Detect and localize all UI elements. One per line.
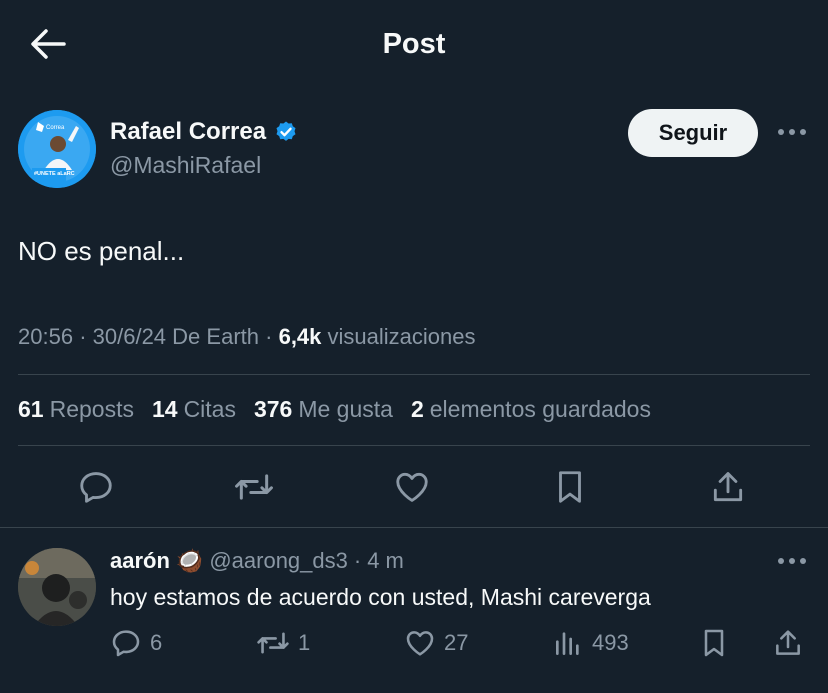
page-title: Post xyxy=(382,28,446,60)
bookmark-button[interactable] xyxy=(548,465,592,509)
bookmark-icon xyxy=(704,629,724,657)
reply-text: hoy estamos de acuerdo con usted, Mashi … xyxy=(110,584,651,610)
more-horizontal-icon xyxy=(778,558,806,564)
reposts-label: Reposts xyxy=(49,396,134,422)
author-name: Rafael Correa xyxy=(110,118,267,145)
repost-icon xyxy=(257,632,289,654)
reply-views-count: 493 xyxy=(592,630,629,655)
bookmarks-stat[interactable]: 2 elementos guardados xyxy=(411,396,651,423)
post-time[interactable]: 20:56 xyxy=(18,324,73,349)
like-icon xyxy=(396,472,428,502)
post-text: NO es penal... xyxy=(18,236,185,266)
meta-separator: · xyxy=(265,324,273,349)
reply-reposts-count: 1 xyxy=(298,630,311,655)
reply-more-button[interactable] xyxy=(774,549,810,573)
divider xyxy=(0,527,828,528)
reposts-count: 61 xyxy=(18,396,44,422)
quotes-stat[interactable]: 14 Citas xyxy=(152,396,236,423)
reply-repost-button[interactable]: 1 xyxy=(256,625,310,661)
post-more-button[interactable] xyxy=(774,120,810,144)
reposts-stat[interactable]: 61 Reposts xyxy=(18,396,134,423)
post-meta: 20:56 · 30/6/24 De Earth · 6,4k visualiz… xyxy=(18,324,476,350)
divider xyxy=(18,445,810,446)
reply-like-button[interactable]: 27 xyxy=(404,625,468,661)
avatar-text-bottom: #UNETE aLaRC xyxy=(34,171,75,177)
repost-icon xyxy=(235,474,273,500)
reply-time[interactable]: 4 m xyxy=(367,548,404,574)
reply-bookmark-button[interactable] xyxy=(698,625,730,661)
reply-author-handle[interactable]: @aarong_ds3 xyxy=(209,548,348,574)
like-icon xyxy=(406,631,434,656)
avatar-image xyxy=(18,548,96,626)
reply-share-button[interactable] xyxy=(772,625,804,661)
author-handle[interactable]: @MashiRafael xyxy=(110,152,261,179)
follow-button[interactable]: Seguir xyxy=(628,109,758,157)
share-icon xyxy=(713,472,743,502)
reply-author-name[interactable]: aarón xyxy=(110,548,170,574)
quotes-count: 14 xyxy=(151,396,178,422)
repost-button[interactable] xyxy=(232,465,276,509)
views-count: 6,4k xyxy=(278,324,322,349)
avatar-image: Correa #UNETE aLaRC xyxy=(18,110,96,188)
share-button[interactable] xyxy=(706,465,750,509)
like-button[interactable] xyxy=(390,465,434,509)
avatar-text-top: Correa xyxy=(46,125,65,131)
meta-separator: · xyxy=(79,324,87,349)
reply-header: aarón 🥥 @aarong_ds3 · 4 m xyxy=(110,548,404,574)
bookmark-icon xyxy=(559,471,581,503)
verified-icon xyxy=(276,121,296,141)
likes-label: Me gusta xyxy=(298,396,393,422)
more-horizontal-icon xyxy=(778,129,806,135)
likes-stat[interactable]: 376 Me gusta xyxy=(254,396,393,423)
reply-replies-count: 6 xyxy=(150,630,163,655)
author-avatar[interactable]: Correa #UNETE aLaRC xyxy=(18,110,96,188)
share-icon xyxy=(776,630,800,655)
author-name-row[interactable]: Rafael Correa xyxy=(110,118,298,146)
post-source: De Earth xyxy=(172,324,259,349)
reply-reply-button[interactable]: 6 xyxy=(110,625,162,661)
reply-likes-count: 27 xyxy=(444,630,469,655)
reply-icon xyxy=(80,472,112,503)
analytics-icon xyxy=(556,632,579,655)
bookmarks-count: 2 xyxy=(410,396,424,422)
reply-separator: · xyxy=(353,548,362,573)
reply-icon xyxy=(112,630,140,657)
views-label: visualizaciones xyxy=(327,324,476,349)
quotes-label: Citas xyxy=(183,396,236,422)
bookmarks-label: elementos guardados xyxy=(429,396,651,422)
reply-views-button[interactable]: 493 xyxy=(552,625,629,661)
post-date[interactable]: 30/6/24 xyxy=(93,324,166,349)
reply-author-avatar[interactable] xyxy=(18,548,96,626)
post-stats: 61 Reposts 14 Citas 376 Me gusta 2 elementos… xyxy=(18,396,651,423)
divider xyxy=(18,374,810,375)
reply-button[interactable] xyxy=(74,465,118,509)
coconut-emoji-icon: 🥥 xyxy=(175,548,204,573)
likes-count: 376 xyxy=(253,396,293,422)
